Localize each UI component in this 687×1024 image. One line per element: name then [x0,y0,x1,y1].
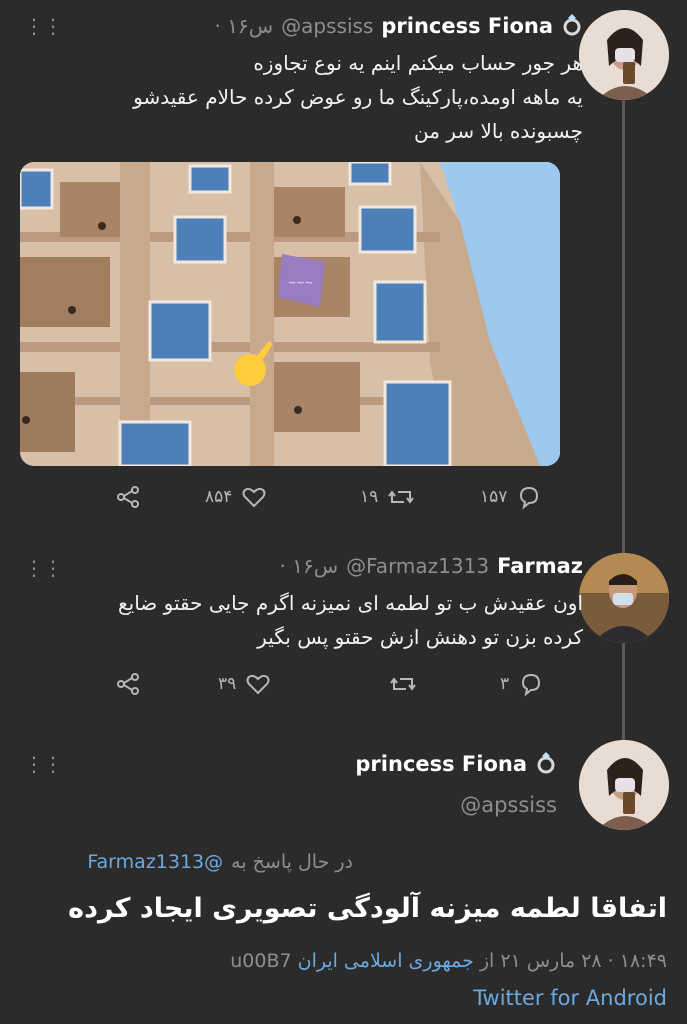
user-handle[interactable]: @apssiss [281,14,373,38]
avatar-princess-fiona[interactable] [579,740,669,830]
share-button[interactable] [114,484,142,510]
tweet-meta: ۱۸:۴۹ · ۲۸ مارس ۲۱ از جمهوری اسلامی ایرا… [230,950,667,972]
tweet1-text: هر جور حساب میکنم اینم یه نوع تجاوزه یه … [23,46,583,148]
ring-emoji-icon [535,750,557,778]
retweet-icon [390,677,416,691]
reply-icon [520,486,539,510]
tweet-text-line: اون عقیدش ب تو لطمه ای نمیزنه اگرم جایی … [117,591,583,615]
share-icon [117,486,139,508]
user-name[interactable]: princess Fiona [381,14,553,38]
tweet2-text: اون عقیدش ب تو لطمه ای نمیزنه اگرم جایی … [23,586,583,654]
retweet-count: ۱۹ [360,487,379,507]
reply-count: ۱۵۷ [480,487,508,507]
tweet-time: · ۱۶س [214,14,274,38]
reply-button[interactable]: ۳ [500,671,545,697]
tweet-text-line: یه ماهه اومده،پارکینگ ما رو عوض کرده حال… [133,85,583,109]
replying-to: در حال پاسخ به @Farmaz1313 [87,851,353,873]
pointing-hand-emoji-icon [222,334,278,394]
share-button[interactable] [114,671,142,697]
tweet-photo[interactable]: ~~~ [20,162,560,466]
tweet-source[interactable]: Twitter for Android [473,986,667,1010]
tweet-date: ۱۸:۴۹ · ۲۸ مارس ۲۱ از [479,950,667,972]
main-author: princess Fiona [355,750,557,778]
tweet2-header: · ۱۶س @Farmaz1313 Farmaz [280,554,583,578]
retweet-icon [388,490,415,504]
tweet-location[interactable]: جمهوری اسلامی ایران [298,950,474,972]
tweet1-header: · ۱۶س @apssiss princess Fiona [215,12,583,40]
reply-icon [522,673,541,697]
heart-icon [246,674,270,695]
avatar-farmaz[interactable] [579,553,669,643]
tweet-time: · ۱۶س [279,554,339,578]
meta-separator: u00B7 [230,950,292,972]
avatar-princess-fiona[interactable] [579,10,669,100]
share-icon [117,673,139,695]
main-tweet-text: اتفاقا لطمه میزنه آلودگی تصویری ایجاد کر… [68,893,667,924]
like-button[interactable]: ۸۵۴ [205,484,268,510]
user-name[interactable]: Farmaz [497,554,583,578]
replying-to-link[interactable]: @Farmaz1313 [87,851,223,873]
retweet-button[interactable]: ۱۹ [360,484,416,510]
heart-icon [242,487,266,508]
reply-button[interactable]: ۱۵۷ [480,484,543,510]
ring-emoji-icon [561,12,583,40]
user-handle[interactable]: @apssiss [460,793,557,817]
reply-count: ۳ [500,674,510,694]
like-count: ۸۵۴ [205,487,233,507]
more-dots-icon[interactable]: ⋮⋮ [24,556,63,580]
svg-text:~~~: ~~~ [288,278,313,289]
tweet-text-line: کرده بزن تو دهنش ازش حقتو پس بگیر [257,625,583,649]
user-name[interactable]: princess Fiona [355,752,527,776]
tweet-text-line: چسبونده بالا سر من [414,119,583,143]
more-dots-icon[interactable]: ⋮⋮ [24,14,63,38]
thread-line [622,96,625,740]
retweet-button[interactable] [388,671,418,697]
user-handle[interactable]: @Farmaz1313 [346,554,489,578]
tweet-text-line: هر جور حساب میکنم اینم یه نوع تجاوزه [253,51,583,75]
replying-prefix: در حال پاسخ به [231,851,353,873]
like-count: ۳۹ [218,674,237,694]
like-button[interactable]: ۳۹ [218,671,272,697]
more-dots-icon[interactable]: ⋮⋮ [24,752,63,776]
